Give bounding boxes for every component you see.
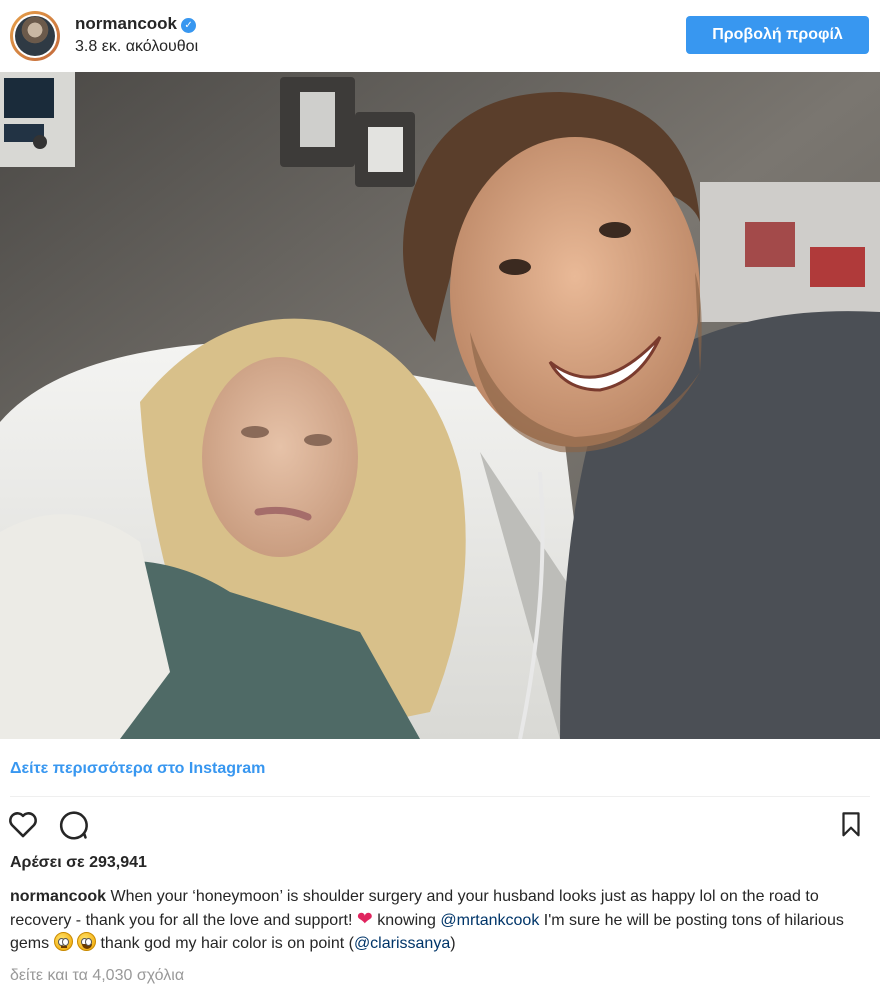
caption-text: knowing [372, 912, 441, 929]
username-link[interactable]: normancook ✓ [75, 14, 197, 34]
avatar-photo [15, 16, 55, 56]
username-text: normancook [75, 14, 178, 33]
speech-bubble-icon[interactable] [55, 807, 89, 841]
red-heart-emoji-icon: ❤ [356, 909, 373, 930]
view-all-comments-link[interactable]: δείτε και τα 4,030 σχόλια [10, 967, 184, 985]
mention-link[interactable]: @mrtankcook [440, 912, 539, 929]
caption-username-link[interactable]: normancook [10, 888, 106, 905]
mention-link[interactable]: @clarissanya [354, 935, 450, 952]
follower-count: 3.8 εκ. ακόλουθοι [75, 38, 199, 55]
post-photo-illustration [0, 72, 880, 739]
caption-text: thank god my hair color is on point ( [96, 935, 354, 952]
post-caption: normancook When your ‘honeymoon’ is shou… [10, 885, 872, 955]
view-profile-button[interactable]: Προβολή προφίλ [686, 16, 869, 54]
rolling-eyes-emoji-icon [53, 932, 73, 951]
action-bar [0, 805, 880, 845]
see-more-on-instagram-link[interactable]: Δείτε περισσότερα στο Instagram [10, 760, 265, 778]
caption-text: ) [450, 935, 456, 952]
heart-outline-icon[interactable] [6, 807, 40, 841]
verified-badge-icon: ✓ [181, 18, 197, 33]
avatar[interactable] [10, 11, 60, 61]
post-photo[interactable] [0, 72, 880, 739]
divider [10, 796, 870, 797]
post-header: normancook ✓ 3.8 εκ. ακόλουθοι Προβολή πρ… [0, 0, 880, 72]
zany-face-emoji-icon [77, 932, 97, 951]
bookmark-icon[interactable] [836, 807, 866, 841]
like-count[interactable]: Αρέσει σε 293,941 [10, 854, 147, 872]
